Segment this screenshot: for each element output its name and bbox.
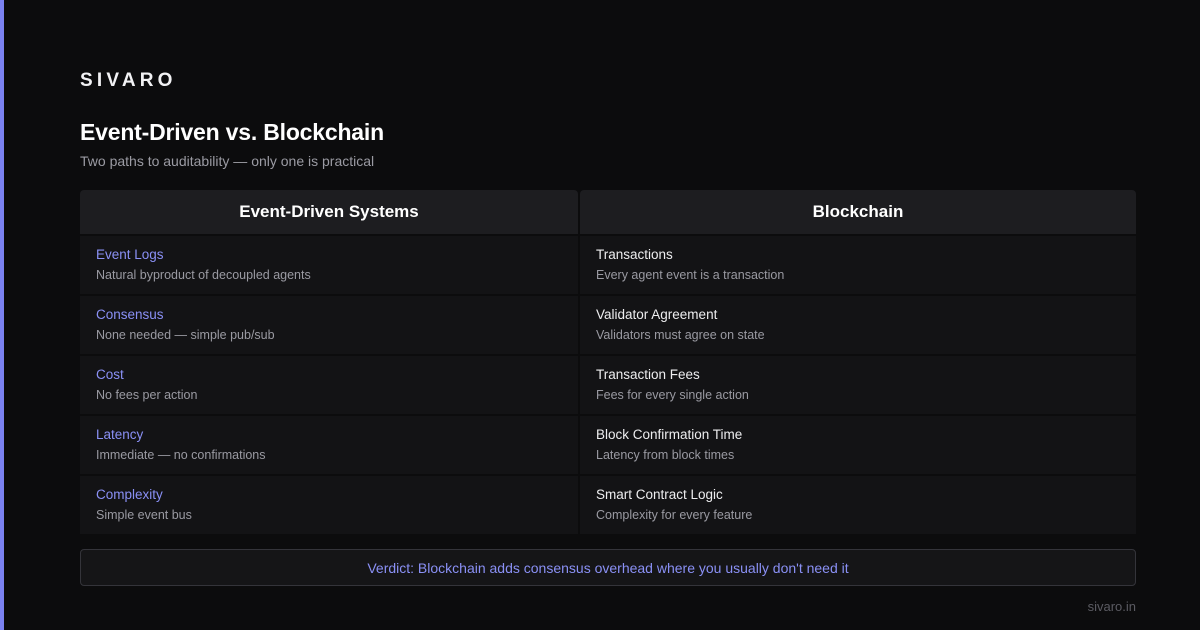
column-header-blockchain: Blockchain — [580, 190, 1136, 234]
row-label: Consensus — [96, 307, 164, 322]
row-label: Latency — [96, 427, 144, 442]
comparison-row-cost: Cost No fees per action — [80, 356, 578, 414]
row-label: Transaction Fees — [596, 367, 700, 382]
accent-bar — [0, 0, 4, 630]
page-subtitle: Two paths to auditability — only one is … — [80, 153, 375, 169]
brand-logo: SIVARO — [80, 70, 177, 91]
row-description: Natural byproduct of decoupled agents — [96, 268, 311, 282]
row-label: Cost — [96, 367, 124, 382]
row-description: Immediate — no confirmations — [96, 448, 266, 462]
comparison-row-consensus: Consensus None needed — simple pub/sub — [80, 296, 578, 354]
row-label: Complexity — [96, 487, 163, 502]
comparison-table: Event-Driven Systems Event Logs Natural … — [80, 190, 1136, 534]
row-description: Every agent event is a transaction — [596, 268, 785, 282]
event-driven-column: Event-Driven Systems Event Logs Natural … — [80, 190, 578, 534]
row-label: Transactions — [596, 247, 673, 262]
comparison-row-block-confirmation: Block Confirmation Time Latency from blo… — [580, 416, 1136, 474]
row-description: Simple event bus — [96, 508, 192, 522]
comparison-row-validator-agreement: Validator Agreement Validators must agre… — [580, 296, 1136, 354]
row-label: Smart Contract Logic — [596, 487, 723, 502]
row-label: Block Confirmation Time — [596, 427, 743, 442]
row-description: None needed — simple pub/sub — [96, 328, 275, 342]
row-label: Event Logs — [96, 247, 164, 262]
footer-domain: sivaro.in — [1087, 599, 1136, 614]
verdict-banner: Verdict: Blockchain adds consensus overh… — [80, 549, 1136, 586]
row-description: Latency from block times — [596, 448, 735, 462]
row-label: Validator Agreement — [596, 307, 718, 322]
comparison-row-transaction-fees: Transaction Fees Fees for every single a… — [580, 356, 1136, 414]
comparison-row-smart-contract: Smart Contract Logic Complexity for ever… — [580, 476, 1136, 534]
row-description: Validators must agree on state — [596, 328, 765, 342]
comparison-row-latency: Latency Immediate — no confirmations — [80, 416, 578, 474]
row-description: No fees per action — [96, 388, 198, 402]
comparison-row-event-logs: Event Logs Natural byproduct of decouple… — [80, 236, 578, 294]
column-header-event-driven: Event-Driven Systems — [80, 190, 578, 234]
blockchain-column: Blockchain Transactions Every agent even… — [580, 190, 1136, 534]
page-title: Event-Driven vs. Blockchain — [80, 119, 384, 145]
comparison-row-complexity: Complexity Simple event bus — [80, 476, 578, 534]
row-description: Fees for every single action — [596, 388, 749, 402]
comparison-row-transactions: Transactions Every agent event is a tran… — [580, 236, 1136, 294]
row-description: Complexity for every feature — [596, 508, 753, 522]
